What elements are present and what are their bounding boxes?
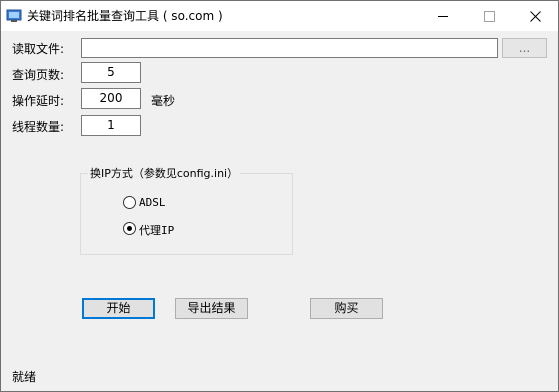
maximize-icon xyxy=(483,10,495,22)
start-button[interactable]: 开始 xyxy=(82,298,155,319)
export-results-button[interactable]: 导出结果 xyxy=(175,298,248,319)
pages-input[interactable]: 5 xyxy=(81,62,141,83)
radio-adsl[interactable] xyxy=(123,196,136,209)
threads-label: 线程数量: xyxy=(12,120,65,134)
ip-method-group xyxy=(80,173,293,255)
delay-input[interactable]: 200 xyxy=(81,88,141,109)
minimize-icon xyxy=(438,15,448,17)
threads-input[interactable]: 1 xyxy=(81,115,141,136)
read-file-input[interactable] xyxy=(81,38,498,58)
title-bar: 关键词排名批量查询工具 ( so.com ) xyxy=(1,1,558,31)
ip-method-group-title: 换IP方式（参数见config.ini） xyxy=(88,165,241,181)
close-button[interactable] xyxy=(512,1,558,31)
browse-button[interactable]: ... xyxy=(502,38,547,58)
app-icon xyxy=(6,9,22,22)
close-icon xyxy=(529,10,541,22)
status-text: 就绪 xyxy=(12,370,37,384)
main-window: 关键词排名批量查询工具 ( so.com ) 读取文件: ... 查询页数: 5… xyxy=(0,0,559,392)
maximize-button[interactable] xyxy=(466,1,512,31)
minimize-button[interactable] xyxy=(420,1,466,31)
delay-label: 操作延时: xyxy=(12,94,65,108)
radio-adsl-label[interactable]: ADSL xyxy=(139,196,166,209)
buy-button[interactable]: 购买 xyxy=(310,298,383,319)
read-file-label: 读取文件: xyxy=(12,42,65,56)
radio-proxy-ip[interactable] xyxy=(123,222,136,235)
window-title: 关键词排名批量查询工具 ( so.com ) xyxy=(27,9,223,23)
pages-label: 查询页数: xyxy=(12,68,65,82)
radio-proxy-ip-label[interactable]: 代理IP xyxy=(139,222,174,238)
radio-selected-dot xyxy=(127,226,132,231)
delay-unit-label: 毫秒 xyxy=(151,94,176,108)
